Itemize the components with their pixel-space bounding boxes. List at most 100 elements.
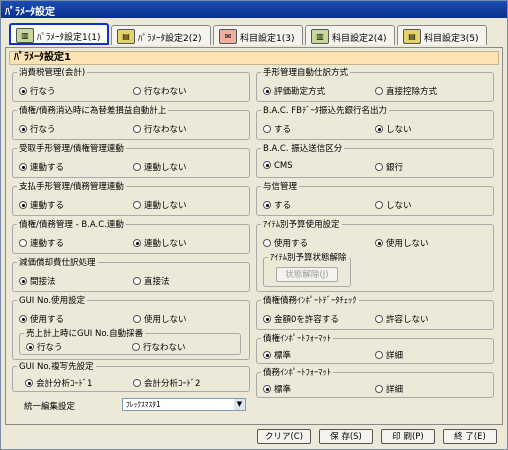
group-payable-import-format: 債務ｲﾝﾎﾟｰﾄﾌｫｰﾏｯﾄ 標準 詳細 [256,366,494,398]
radio-label: 行なう [30,87,56,97]
radio-checked-icon [19,277,27,285]
group-label: 債権/債務消込時に為替差損益自動計上 [17,104,169,116]
tab-label: 科目設定2(4) [332,34,387,44]
radio-item-budget-not-use[interactable]: 使用しない [375,237,429,249]
radio-consumption-tax-yes[interactable]: 行なう [19,85,56,97]
radio-analysis-code-1[interactable]: 会計分析ｺｰﾄﾞ1 [25,377,92,389]
radio-payable-standard[interactable]: 標準 [263,383,291,395]
radio-unchecked-icon [375,315,383,323]
tab-parameter-settings-1[interactable]: ▥ ﾊﾟﾗﾒｰﾀ設定1(1) [9,23,109,45]
radio-label: する [274,125,292,135]
radio-receivable-standard[interactable]: 標準 [263,349,291,361]
group-gui-auto-number: 売上計上時にGUI No.自動採番 行なう 行なわない [19,327,241,355]
group-label: 手形管理自動仕訳方式 [261,66,351,78]
group-credit-management: 与信管理 する しない [256,180,494,216]
radio-valuation-account[interactable]: 評価勘定方式 [263,85,325,97]
tab-parameter-settings-2[interactable]: ▤ ﾊﾟﾗﾒｰﾀ設定2(2) [111,25,211,45]
clear-button[interactable]: クリア(C) [257,429,311,444]
radio-checked-icon [133,239,141,247]
group-label: 売上計上時にGUI No.自動採番 [24,327,146,339]
radio-checked-icon [19,201,27,209]
radio-label: 行なわない [144,87,187,97]
chevron-down-icon[interactable]: ▼ [234,399,245,410]
tab-account-settings-3[interactable]: ▤ 科目設定3(5) [397,25,487,45]
group-label: 支払手形管理/債務管理連動 [17,180,126,192]
radio-direct-method[interactable]: 直接法 [133,275,170,287]
panel-title: ﾊﾟﾗﾒｰﾀ設定1 [9,51,499,65]
radio-unchecked-icon [133,125,141,133]
tab-label: 科目設定1(3) [240,34,295,44]
radio-exchange-no[interactable]: 行なわない [133,123,187,135]
radio-credit-yes[interactable]: する [263,199,291,211]
radio-checked-icon [25,379,33,387]
radio-label: 詳細 [386,351,404,361]
radio-checked-icon [263,315,271,323]
radio-checked-icon [375,239,383,247]
radio-credit-no[interactable]: しない [375,199,412,211]
radio-label: 行なう [37,343,63,353]
radio-disallow-zero-amount[interactable]: 許容しない [375,313,429,325]
title-bar: ﾊﾟﾗﾒｰﾀ設定 [1,1,507,18]
radio-auto-number-yes[interactable]: 行なう [26,341,63,353]
radio-unchecked-icon [133,315,141,323]
print-button[interactable]: 印 刷(P) [381,429,435,444]
radio-unchecked-icon [132,343,140,351]
group-bac-link: 債権/債務管理 - B.A.C.連動 連動する 連動しない [12,218,250,254]
radio-bank-name-output-no[interactable]: しない [375,123,412,135]
radio-label: しない [386,201,412,211]
save-button[interactable]: 保 存(S) [319,429,373,444]
radio-analysis-code-2[interactable]: 会計分析ｺｰﾄﾞ2 [133,377,200,389]
radio-receivable-detail[interactable]: 詳細 [375,349,403,361]
radio-indirect-method[interactable]: 間接法 [19,275,56,287]
unified-edit-select[interactable]: ﾌﾚｯｸｽﾏｽﾀ1 ▼ [122,398,246,411]
radio-label: 直接控除方式 [386,87,438,97]
radio-receivable-link-no[interactable]: 連動しない [133,161,187,173]
radio-bac-link-no[interactable]: 連動しない [133,237,187,249]
group-bac-bank-name-output: B.A.C. FBﾃﾞｰﾀ振込先銀行名出力 する しない [256,104,494,140]
group-label: 消費税管理(会計) [17,66,88,78]
radio-checked-icon [263,351,271,359]
radio-allow-zero-amount[interactable]: 金額0を許容する [263,313,339,325]
radio-label: 行なわない [144,125,187,135]
radio-unchecked-icon [375,201,383,209]
tab-account-settings-2[interactable]: ▥ 科目設定2(4) [305,25,395,45]
radio-label: 銀行 [386,163,404,173]
radio-direct-deduction[interactable]: 直接控除方式 [375,85,437,97]
radio-consumption-tax-no[interactable]: 行なわない [133,85,187,97]
book-icon: ▥ [311,29,329,44]
radio-unchecked-icon [133,277,141,285]
group-label: 債務ｲﾝﾎﾟｰﾄﾌｫｰﾏｯﾄ [261,366,334,378]
release-state-button[interactable]: 状態解除(J) [276,267,338,282]
radio-payable-link-no[interactable]: 連動しない [133,199,187,211]
radio-transfer-cms[interactable]: CMS [263,161,293,171]
group-label: 受取手形管理/債権管理連動 [17,142,126,154]
settings-panel: ﾊﾟﾗﾒｰﾀ設定1 消費税管理(会計) 行なう 行なわない 債権/債務消込時に為… [5,47,503,425]
exit-button[interactable]: 終 了(E) [443,429,497,444]
radio-label: 金額0を許容する [274,315,339,325]
group-depreciation-method: 減価償却費仕訳処理 間接法 直接法 [12,256,250,292]
radio-gui-not-use[interactable]: 使用しない [133,313,187,325]
select-value: ﾌﾚｯｸｽﾏｽﾀ1 [126,400,161,409]
radio-checked-icon [263,87,271,95]
radio-label: 会計分析ｺｰﾄﾞ1 [36,379,93,389]
group-exchange-gain-loss: 債権/債務消込時に為替差損益自動計上 行なう 行なわない [12,104,250,140]
radio-payable-link-yes[interactable]: 連動する [19,199,64,211]
group-note-journal-method: 手形管理自動仕訳方式 評価勘定方式 直接控除方式 [256,66,494,102]
tab-label: ﾊﾟﾗﾒｰﾀ設定2(2) [138,34,202,44]
radio-label: しない [386,125,412,135]
radio-gui-use[interactable]: 使用する [19,313,64,325]
radio-exchange-yes[interactable]: 行なう [19,123,56,135]
radio-auto-number-no[interactable]: 行なわない [132,341,186,353]
radio-transfer-bank[interactable]: 銀行 [375,161,403,173]
radio-item-budget-use[interactable]: 使用する [263,237,308,249]
radio-payable-detail[interactable]: 詳細 [375,383,403,395]
group-label: 債権債務ｲﾝﾎﾟｰﾄﾃﾞｰﾀﾁｪｯｸ [261,294,359,306]
radio-label: 使用する [30,315,65,325]
radio-bac-link-yes[interactable]: 連動する [19,237,64,249]
tab-account-settings-1[interactable]: ✉ 科目設定1(3) [213,25,303,45]
radio-bank-name-output-yes[interactable]: する [263,123,291,135]
radio-label: 使用する [274,239,309,249]
tab-label: 科目設定3(5) [424,34,479,44]
notebook-icon: ▤ [117,29,135,44]
radio-receivable-link-yes[interactable]: 連動する [19,161,64,173]
